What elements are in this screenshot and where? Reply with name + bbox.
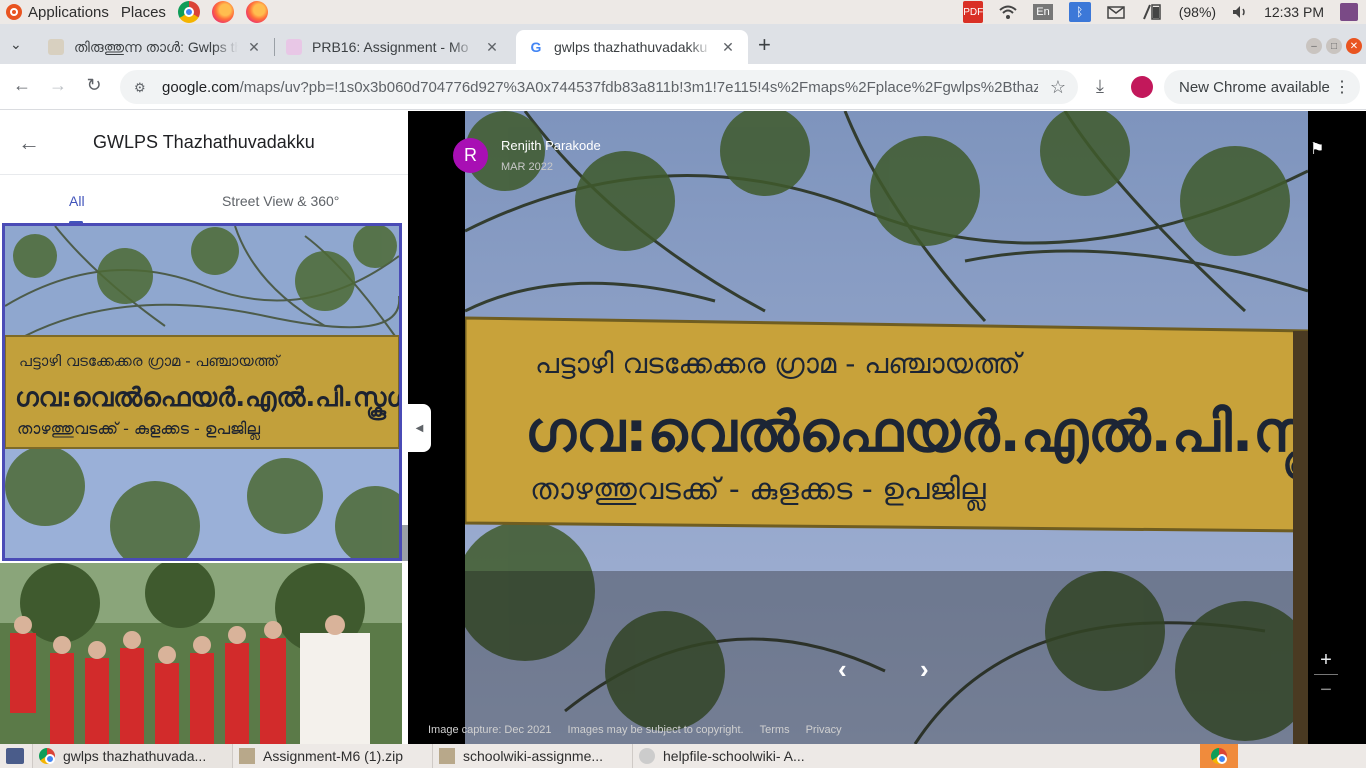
taskbar-item-folder[interactable]: schoolwiki-assignme...: [432, 744, 632, 768]
tab-title: തിരുത്തുന്ന താൾ: Gwlps tha: [74, 38, 238, 55]
power-icon[interactable]: [1340, 3, 1358, 21]
clock[interactable]: 12:33 PM: [1264, 4, 1324, 20]
new-tab-button[interactable]: +: [758, 32, 771, 58]
photos-side-panel: ← GWLPS Thazhathuvadakku All Street View…: [0, 111, 408, 744]
download-icon[interactable]: ⤓: [1096, 76, 1104, 97]
maximize-window-icon[interactable]: □: [1326, 38, 1342, 54]
zoom-in-button[interactable]: +: [1314, 649, 1338, 672]
bluetooth-icon[interactable]: ᛒ: [1068, 2, 1091, 22]
photo-category-tabs: All Street View & 360°: [0, 175, 408, 224]
zoom-controls: + −: [1314, 649, 1338, 702]
applications-label: Applications: [28, 3, 109, 21]
bottom-taskbar: gwlps thazhathuvada... Assignment-M6 (1)…: [0, 744, 1366, 768]
moodle-icon: [286, 39, 302, 55]
taskbar-item-label: Assignment-M6 (1).zip: [263, 748, 404, 764]
update-label: New Chrome available: [1179, 78, 1330, 96]
report-flag-icon[interactable]: ⚑: [1310, 139, 1324, 159]
system-top-bar: Applications Places PDF En ᛒ (98%) 12:33…: [0, 0, 1366, 24]
taskbar-item-label: schoolwiki-assignme...: [463, 748, 604, 764]
tab-street-view[interactable]: Street View & 360°: [222, 193, 339, 209]
tab-wiki-edit[interactable]: തിരുത്തുന്ന താൾ: Gwlps tha ✕: [36, 30, 274, 64]
photo-thumbnail-students[interactable]: [0, 563, 402, 744]
minimize-window-icon[interactable]: –: [1306, 38, 1322, 54]
system-tray: PDF En ᛒ (98%) 12:33 PM: [955, 0, 1366, 24]
panel-header: ← GWLPS Thazhathuvadakku: [0, 111, 408, 175]
profile-avatar[interactable]: [1131, 76, 1153, 98]
photo-thumbnail-signboard[interactable]: പട്ടാഴി വടക്കേക്കര ഗ്രാമ - പഞ്ചായത്ത് ഗവ…: [2, 223, 402, 561]
photo-viewer: പട്ടാഴി വടക്കേക്കര ഗ്രാമ - പഞ്ചായത്ത് ഗവ…: [408, 111, 1366, 744]
applications-menu[interactable]: Applications: [0, 0, 115, 24]
bookmark-star-icon[interactable]: ☆: [1050, 77, 1066, 98]
main-photo-signboard[interactable]: പട്ടാഴി വടക്കേക്കര ഗ്രാമ - പഞ്ചായത്ത് ഗവ…: [465, 111, 1308, 744]
ubuntu-logo-icon: [6, 4, 22, 20]
browser-toolbar: ← → ↻ ⚙ google.com/maps/uv?pb=!1s0x3b060…: [0, 64, 1366, 110]
pdf-reader-icon[interactable]: PDF: [963, 1, 984, 23]
image-capture-date: Image capture: Dec 2021: [428, 724, 552, 736]
back-arrow-icon[interactable]: ←: [10, 75, 34, 96]
reload-icon[interactable]: ↻: [82, 75, 106, 96]
google-icon: G: [530, 39, 542, 55]
taskbar-item-help[interactable]: helpfile-schoolwiki- A...: [632, 744, 832, 768]
viewer-footer: Image capture: Dec 2021 Images may be su…: [428, 724, 842, 736]
tab-title: PRB16: Assignment - Mo: [312, 39, 469, 55]
firefox-launcher-icon-2[interactable]: [245, 1, 268, 23]
archive-icon: [239, 748, 255, 764]
place-title: GWLPS Thazhathuvadakku: [93, 132, 315, 152]
address-bar[interactable]: ⚙ google.com/maps/uv?pb=!1s0x3b060d70477…: [120, 70, 1078, 104]
close-tab-icon[interactable]: ✕: [720, 39, 736, 56]
firefox-launcher-icon[interactable]: [211, 1, 234, 23]
previous-photo-chevron-icon[interactable]: ‹: [838, 654, 847, 685]
chrome-launcher-icon[interactable]: [177, 1, 200, 23]
show-desktop-icon[interactable]: [6, 748, 24, 764]
tab-all[interactable]: All: [69, 193, 85, 209]
chrome-icon: [39, 748, 55, 764]
battery-percentage: (98%): [1178, 4, 1217, 20]
workspace-switcher[interactable]: [1200, 744, 1238, 768]
close-window-icon[interactable]: ✕: [1346, 38, 1362, 54]
author-avatar[interactable]: R: [453, 138, 488, 173]
url-text[interactable]: google.com/maps/uv?pb=!1s0x3b060d704776d…: [162, 79, 1038, 96]
photo-author[interactable]: R Renjith Parakode MAR 2022: [453, 138, 601, 173]
taskbar-item-label: gwlps thazhathuvada...: [63, 748, 207, 764]
wiki-icon: [48, 39, 64, 55]
svg-text:പട്ടാഴി വടക്കേക്കര ഗ്രാമ - പഞ്: പട്ടാഴി വടക്കേക്കര ഗ്രാമ - പഞ്ചായത്ത്: [535, 347, 1024, 380]
next-photo-chevron-icon[interactable]: ›: [920, 654, 929, 685]
copyright-notice: Images may be subject to copyright.: [567, 724, 744, 736]
new-chrome-available-button[interactable]: New Chrome available ⋮: [1164, 70, 1360, 104]
browser-tab-strip: ⌄ തിരുത്തുന്ന താൾ: Gwlps tha ✕ PRB16: As…: [0, 24, 1366, 64]
search-icon: [639, 748, 655, 764]
kebab-menu-icon[interactable]: ⋮: [1334, 77, 1350, 97]
privacy-link[interactable]: Privacy: [806, 724, 842, 736]
folder-icon: [439, 748, 455, 764]
collapse-panel-button[interactable]: ◀: [408, 404, 431, 452]
site-info-icon[interactable]: ⚙: [134, 80, 150, 95]
battery-icon[interactable]: [1141, 3, 1163, 21]
zoom-out-button[interactable]: −: [1314, 679, 1338, 702]
forward-arrow-icon[interactable]: →: [46, 75, 70, 96]
svg-text:താഴത്തുവടക്ക് - കുളക്കട - ഉപജി: താഴത്തുവടക്ക് - കുളക്കട - ഉപജില്ല: [17, 419, 260, 441]
tab-moodle-assignment[interactable]: PRB16: Assignment - Mo ✕: [274, 30, 512, 64]
close-tab-icon[interactable]: ✕: [246, 39, 262, 56]
places-menu[interactable]: Places: [115, 0, 172, 24]
taskbar-item-chrome[interactable]: gwlps thazhathuvada...: [32, 744, 232, 768]
photo-date: MAR 2022: [501, 161, 553, 173]
author-name[interactable]: Renjith Parakode: [501, 138, 601, 153]
wifi-icon[interactable]: [999, 5, 1017, 19]
volume-icon[interactable]: [1232, 5, 1248, 19]
svg-text:പട്ടാഴി വടക്കേക്കര ഗ്രാമ - പഞ്: പട്ടാഴി വടക്കേക്കര ഗ്രാമ - പഞ്ചായത്ത്: [19, 352, 282, 370]
terms-link[interactable]: Terms: [760, 724, 790, 736]
chrome-workspace-icon: [1211, 748, 1227, 764]
svg-text:താഴത്തുവടക്ക് - കുളക്കട - ഉപജി: താഴത്തുവടക്ക് - കുളക്കട - ഉപജില്ല: [530, 472, 986, 511]
back-arrow-icon[interactable]: ←: [18, 130, 50, 156]
close-tab-icon[interactable]: ✕: [484, 39, 500, 56]
taskbar-item-archive[interactable]: Assignment-M6 (1).zip: [232, 744, 432, 768]
tab-title: gwlps thazhathuvadakku: [554, 39, 708, 55]
mail-icon[interactable]: [1106, 5, 1125, 19]
places-label: Places: [120, 3, 166, 21]
keyboard-layout-indicator[interactable]: En: [1033, 4, 1053, 20]
taskbar-item-label: helpfile-schoolwiki- A...: [663, 748, 805, 764]
tab-google-maps[interactable]: G gwlps thazhathuvadakku ✕: [516, 30, 748, 64]
tab-search-chevron-icon[interactable]: ⌄: [10, 36, 22, 53]
